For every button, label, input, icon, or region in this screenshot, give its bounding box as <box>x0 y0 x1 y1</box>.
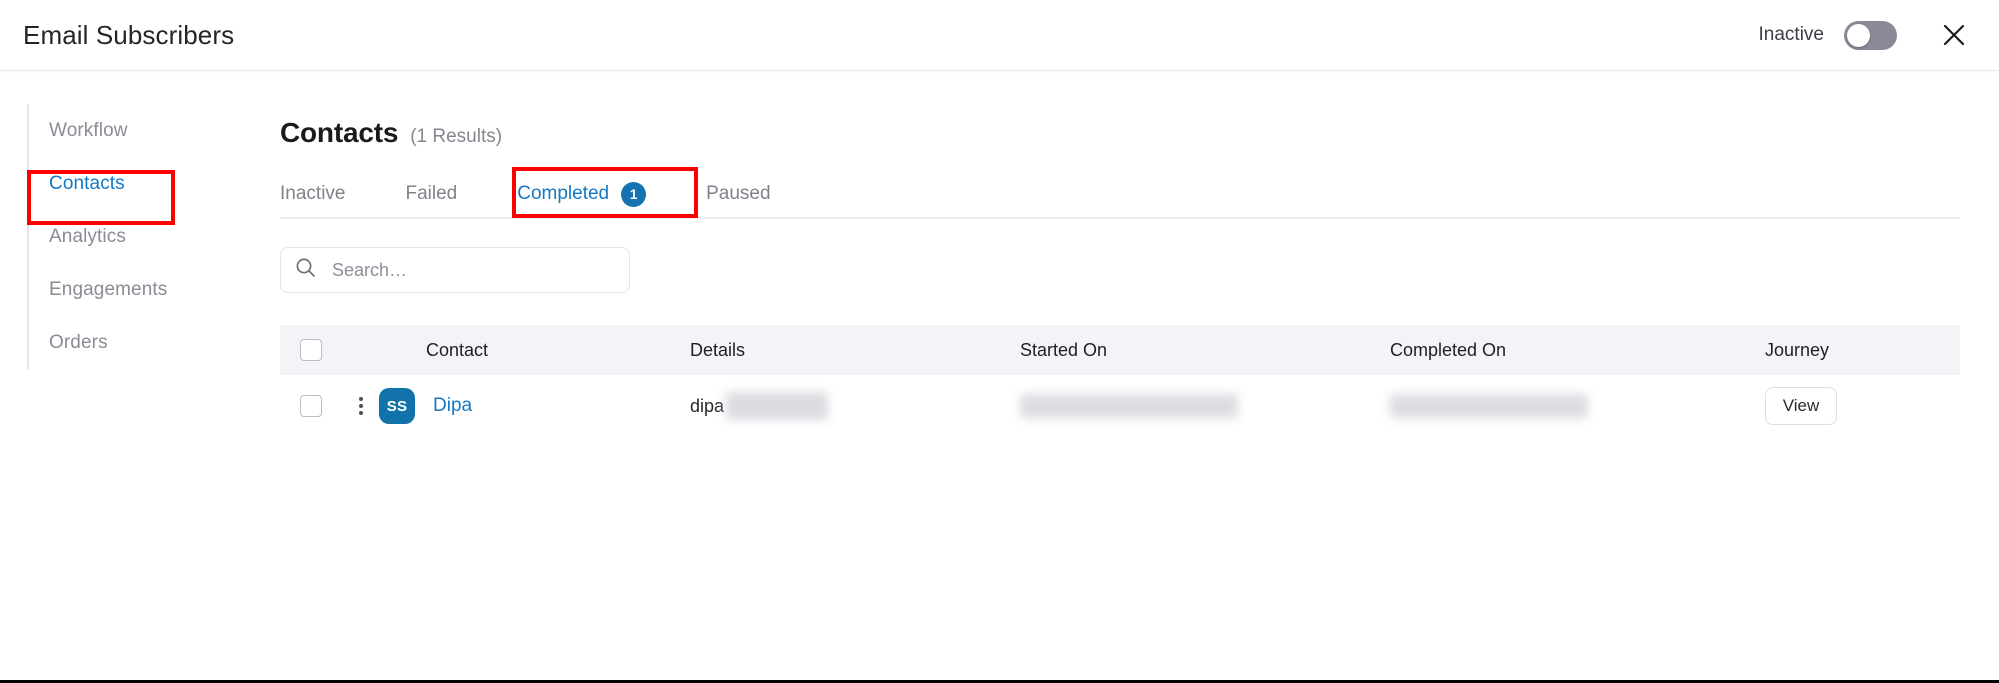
details-text: dipa <box>690 395 725 416</box>
sidebar-item-analytics[interactable]: Analytics <box>29 210 242 263</box>
tab-bar: Inactive Failed Completed 1 Paused <box>280 171 1960 219</box>
sidebar-item-label: Orders <box>49 331 108 353</box>
sidebar-item-contacts[interactable]: Contacts <box>29 157 242 210</box>
column-header-completed-on: Completed On <box>1390 339 1507 360</box>
tab-inactive[interactable]: Inactive <box>280 170 345 218</box>
column-header-details: Details <box>690 339 746 360</box>
status-label: Inactive <box>1758 24 1824 45</box>
tab-paused[interactable]: Paused <box>706 170 770 218</box>
sidebar-item-workflow[interactable]: Workflow <box>29 104 242 157</box>
select-all-checkbox[interactable] <box>300 339 322 361</box>
search-icon <box>295 257 316 283</box>
contacts-table: Contact Details Started On Completed On … <box>280 325 1960 437</box>
row-select-cell <box>280 395 343 417</box>
cell-details: dipa <box>690 392 1020 420</box>
search-input[interactable] <box>330 258 615 282</box>
table-header-row: Contact Details Started On Completed On … <box>280 325 1960 375</box>
toggle-knob <box>1847 23 1870 47</box>
redacted-details <box>726 392 829 420</box>
tab-label: Completed <box>517 183 610 204</box>
cell-contact: SS Dipa <box>379 388 690 424</box>
row-menu-icon[interactable] <box>343 397 379 415</box>
tab-failed[interactable]: Failed <box>405 170 457 218</box>
view-button[interactable]: View <box>1765 387 1837 425</box>
column-header-started-on: Started On <box>1020 339 1108 360</box>
tab-count-badge: 1 <box>621 181 647 207</box>
redacted-started-on <box>1020 394 1238 418</box>
redacted-completed-on <box>1390 394 1588 418</box>
avatar: SS <box>379 388 415 424</box>
sidebar-item-label: Analytics <box>49 225 126 247</box>
tab-label: Inactive <box>280 183 346 204</box>
contact-name-link[interactable]: Dipa <box>433 395 472 417</box>
column-header-journey: Journey <box>1765 339 1830 360</box>
app-header: Email Subscribers Inactive <box>0 0 1999 71</box>
content-heading: Contacts (1 Results) <box>280 71 1999 149</box>
row-checkbox[interactable] <box>300 395 322 417</box>
tab-completed[interactable]: Completed 1 <box>517 170 647 218</box>
sidebar-item-engagements[interactable]: Engagements <box>29 263 242 316</box>
results-count: (1 Results) <box>410 126 503 147</box>
column-header-contact: Contact <box>426 339 489 360</box>
cell-completed-on <box>1390 394 1765 418</box>
tab-label: Failed <box>405 183 458 204</box>
table-row: SS Dipa dipa View <box>280 375 1960 437</box>
sidebar-nav: Workflow Contacts Analytics Engagements … <box>27 104 242 369</box>
cell-journey: View <box>1765 387 1920 425</box>
search-box[interactable] <box>280 247 630 293</box>
tab-label: Paused <box>706 183 771 204</box>
search-area <box>280 247 1999 293</box>
kebab-dots <box>359 397 363 415</box>
page-title: Email Subscribers <box>23 19 235 50</box>
sidebar-item-label: Engagements <box>49 278 168 300</box>
sidebar-item-label: Contacts <box>49 172 125 194</box>
sidebar-item-label: Workflow <box>49 119 128 141</box>
contacts-heading: Contacts <box>280 117 399 148</box>
sidebar-item-orders[interactable]: Orders <box>29 316 242 369</box>
main-content: Contacts (1 Results) Inactive Failed Com… <box>280 71 1999 683</box>
close-icon[interactable] <box>1937 18 1971 52</box>
status-toggle[interactable] <box>1844 20 1897 50</box>
header-controls: Inactive <box>1759 18 1999 52</box>
select-all-cell <box>280 339 343 361</box>
cell-started-on <box>1020 394 1390 418</box>
